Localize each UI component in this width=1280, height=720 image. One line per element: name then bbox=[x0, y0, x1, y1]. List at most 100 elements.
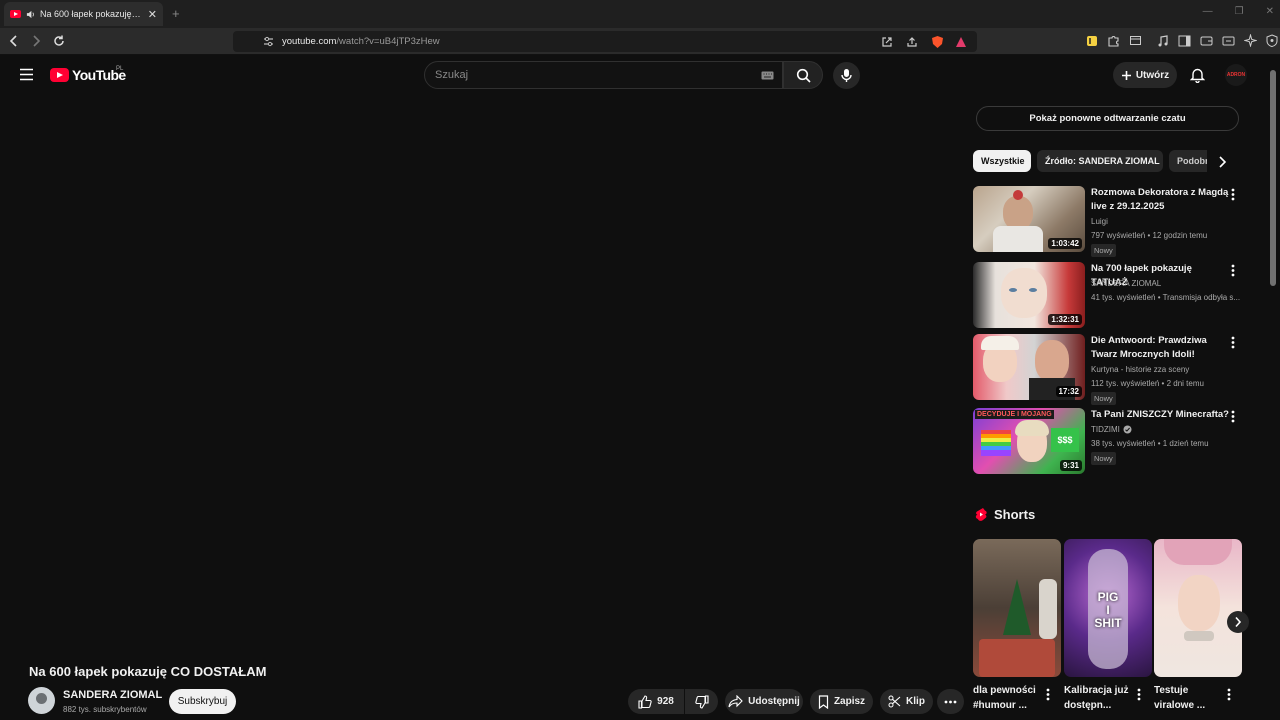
brave-shield-icon[interactable] bbox=[931, 35, 944, 49]
save-label: Zapisz bbox=[833, 696, 866, 707]
wallet-icon[interactable] bbox=[1200, 35, 1213, 47]
browser-address-bar: youtube.com/watch?v=uB4jTP3zHew bbox=[0, 28, 1280, 55]
window-controls: — ❐ ✕ bbox=[1203, 6, 1274, 17]
recommendation-meta: 41 tys. wyświetleń • Transmisja odbyła s… bbox=[1091, 293, 1241, 302]
video-thumbnail[interactable]: 17:32 bbox=[973, 334, 1085, 400]
chat-replay-button[interactable]: Pokaż ponowne odtwarzanie czatu bbox=[976, 106, 1239, 131]
url-path: /watch?v=uB4jTP3zHew bbox=[336, 36, 440, 47]
channel-avatar[interactable] bbox=[28, 687, 55, 714]
open-external-icon[interactable] bbox=[881, 36, 893, 48]
share-page-icon[interactable] bbox=[906, 36, 918, 48]
brave-rewards-icon[interactable] bbox=[955, 36, 967, 48]
more-vertical-icon[interactable] bbox=[1137, 688, 1141, 701]
leo-ai-icon[interactable] bbox=[1244, 34, 1257, 47]
chip-similar[interactable]: Podobne bbox=[1169, 150, 1207, 172]
speaker-icon[interactable] bbox=[26, 10, 35, 19]
search-icon bbox=[796, 68, 811, 83]
shorts-next-button[interactable] bbox=[1227, 611, 1249, 633]
minimize-icon[interactable]: — bbox=[1203, 6, 1213, 17]
country-code: PL bbox=[116, 66, 124, 72]
recommendation-meta: 797 wyświetleń • 12 godzin temu bbox=[1091, 231, 1208, 240]
url-field[interactable]: youtube.com/watch?v=uB4jTP3zHew bbox=[233, 31, 977, 52]
sidebar-toggle-icon[interactable] bbox=[1178, 35, 1191, 47]
new-badge: Nowy bbox=[1091, 452, 1116, 465]
search-input[interactable]: Szukaj bbox=[424, 61, 783, 89]
video-duration: 9:31 bbox=[1059, 460, 1082, 471]
recommendation-item[interactable]: 1:03:42 Rozmowa Dekoratora z Magdą live … bbox=[973, 186, 1243, 257]
short-thumbnail[interactable] bbox=[973, 539, 1061, 677]
more-vertical-icon[interactable] bbox=[1231, 188, 1235, 201]
chip-all[interactable]: Wszystkie bbox=[973, 150, 1031, 172]
window-close-icon[interactable]: ✕ bbox=[1266, 6, 1274, 17]
new-tab-icon[interactable]: + bbox=[172, 6, 180, 21]
more-vertical-icon[interactable] bbox=[1231, 336, 1235, 349]
share-button[interactable]: Udostępnij bbox=[725, 689, 803, 714]
create-button[interactable]: Utwórz bbox=[1113, 62, 1177, 88]
more-vertical-icon[interactable] bbox=[1231, 264, 1235, 277]
chip-source-channel[interactable]: Źródło: SANDERA ZIOMAL bbox=[1037, 150, 1163, 172]
dislike-button[interactable] bbox=[685, 689, 718, 714]
video-player[interactable] bbox=[0, 94, 960, 654]
extension-puzzle-icon[interactable] bbox=[1107, 34, 1120, 47]
more-vertical-icon[interactable] bbox=[1046, 688, 1050, 701]
short-thumbnail[interactable] bbox=[1154, 539, 1242, 677]
clip-button[interactable]: Klip bbox=[880, 689, 933, 714]
account-avatar[interactable]: ADRON bbox=[1225, 64, 1247, 86]
extension-note-icon[interactable] bbox=[1086, 35, 1098, 47]
chevron-right-icon[interactable] bbox=[1218, 155, 1227, 169]
browser-tab-bar: Na 600 łapek pokazuję CO DOSTAŁAM ✕ + — … bbox=[0, 0, 1280, 28]
recommendation-title: Die Antwoord: Prawdziwa Twarz Mrocznych … bbox=[1091, 335, 1207, 360]
tab-close-icon[interactable]: ✕ bbox=[148, 8, 157, 21]
youtube-logo[interactable]: YouTube PL bbox=[50, 66, 126, 83]
recommendation-channel: Luigi bbox=[1091, 217, 1108, 226]
create-label: Utwórz bbox=[1135, 69, 1170, 81]
nav-buttons bbox=[8, 34, 66, 48]
video-thumbnail[interactable]: DECYDUJE I MOJANG $$$ 9:31 bbox=[973, 408, 1085, 474]
more-vertical-icon[interactable] bbox=[1227, 688, 1231, 701]
more-actions-button[interactable] bbox=[937, 689, 964, 714]
like-button[interactable]: 928 bbox=[628, 689, 684, 714]
forward-icon[interactable] bbox=[30, 34, 42, 48]
more-horizontal-icon bbox=[944, 700, 957, 704]
recommendation-item[interactable]: 1:32:31 Na 700 łapek pokazuję TATUAŻ SAN… bbox=[973, 262, 1243, 330]
music-icon[interactable] bbox=[1157, 34, 1169, 47]
more-vertical-icon[interactable] bbox=[1231, 410, 1235, 423]
hamburger-menu-icon[interactable] bbox=[19, 68, 34, 81]
recommendation-meta: 38 tys. wyświetleń • 1 dzień temu bbox=[1091, 439, 1209, 448]
short-title[interactable]: Testuje viralowe ... bbox=[1154, 683, 1224, 713]
video-thumbnail[interactable]: 1:03:42 bbox=[973, 186, 1085, 252]
keyboard-icon[interactable] bbox=[761, 71, 774, 80]
reload-icon[interactable] bbox=[52, 34, 66, 48]
recommendation-channel: SANDERA ZIOMAL bbox=[1091, 279, 1162, 288]
short-title[interactable]: Kalibracja już dostępn... bbox=[1064, 683, 1134, 713]
site-settings-icon[interactable] bbox=[263, 36, 274, 47]
thumbnail-overlay-text: DECYDUJE I MOJANG bbox=[975, 410, 1054, 419]
shorts-icon bbox=[975, 507, 987, 522]
scrollbar-thumb[interactable] bbox=[1270, 70, 1276, 286]
back-icon[interactable] bbox=[8, 34, 20, 48]
video-duration: 1:32:31 bbox=[1048, 314, 1082, 325]
recommendation-title: Rozmowa Dekoratora z Magdą live z 29.12.… bbox=[1091, 187, 1229, 212]
subscribe-button[interactable]: Subskrybuj bbox=[169, 689, 236, 714]
save-bookmark-icon bbox=[818, 694, 829, 709]
maximize-icon[interactable]: ❐ bbox=[1235, 6, 1244, 17]
extension-box-icon[interactable] bbox=[1129, 34, 1142, 47]
vpn-icon[interactable] bbox=[1266, 34, 1278, 47]
video-thumbnail[interactable]: 1:32:31 bbox=[973, 262, 1085, 328]
save-button[interactable]: Zapisz bbox=[810, 689, 873, 714]
voice-search-button[interactable] bbox=[833, 62, 860, 89]
browser-tab[interactable]: Na 600 łapek pokazuję CO DOSTAŁAM ✕ bbox=[4, 2, 163, 26]
recommendation-item[interactable]: 17:32 Die Antwoord: Prawdziwa Twarz Mroc… bbox=[973, 334, 1243, 405]
notifications-bell-icon[interactable] bbox=[1190, 67, 1205, 83]
channel-name[interactable]: SANDERA ZIOMAL bbox=[63, 689, 162, 701]
recommendation-item[interactable]: DECYDUJE I MOJANG $$$ 9:31 Ta Pani ZNISZ… bbox=[973, 408, 1243, 476]
short-thumbnail[interactable]: PIG I SHIT bbox=[1064, 539, 1152, 677]
recommendation-channel: TIDZIMI bbox=[1091, 425, 1132, 434]
clip-label: Klip bbox=[906, 696, 925, 707]
short-title[interactable]: dla pewności #humour ... bbox=[973, 683, 1043, 713]
subscriber-count: 882 tys. subskrybentów bbox=[63, 705, 147, 714]
downloads-icon[interactable] bbox=[1222, 35, 1235, 47]
new-badge: Nowy bbox=[1091, 244, 1116, 257]
search-button[interactable] bbox=[783, 61, 823, 89]
url-actions bbox=[881, 35, 967, 49]
